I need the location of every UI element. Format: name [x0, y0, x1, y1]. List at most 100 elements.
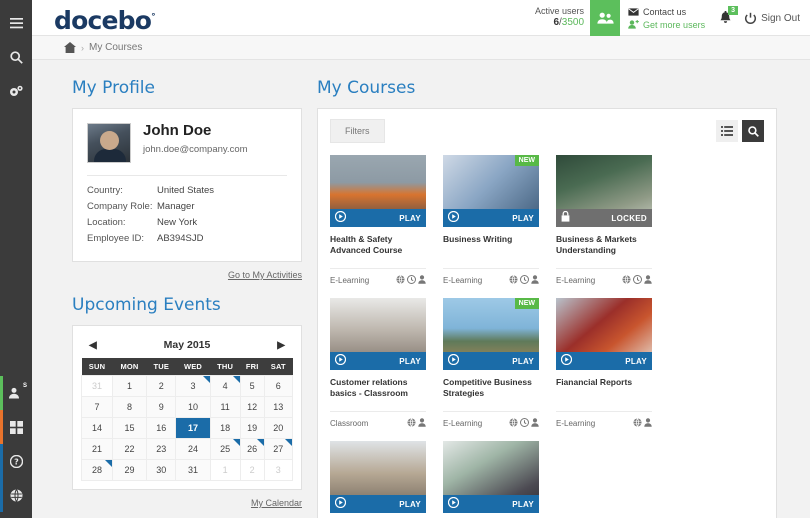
globe-icon[interactable]: [0, 478, 32, 512]
calendar-day-cell[interactable]: 31: [176, 460, 210, 481]
calendar-day-cell[interactable]: 25: [210, 439, 240, 460]
calendar-day-cell[interactable]: 31: [82, 376, 113, 397]
course-card[interactable]: PLAY Health & Safety Advanced Course E-Lea…: [330, 155, 426, 286]
play-bar[interactable]: PLAY: [330, 209, 426, 227]
calendar-day-cell[interactable]: 10: [176, 397, 210, 418]
course-thumbnail[interactable]: LOCKED: [556, 155, 652, 227]
docebo-logo[interactable]: docebo°: [54, 6, 155, 35]
calendar-next-button[interactable]: ▶: [277, 340, 285, 351]
calendar-day-cell[interactable]: 2: [240, 460, 264, 481]
course-thumbnail[interactable]: PLAY: [330, 441, 426, 513]
apps-grid-icon[interactable]: [0, 410, 32, 444]
play-bar[interactable]: PLAY: [330, 352, 426, 370]
calendar-day-cell[interactable]: 12: [240, 397, 264, 418]
course-title: Health & Safety Advanced Course: [330, 234, 426, 266]
calendar-day-cell[interactable]: 20: [264, 418, 292, 439]
home-icon[interactable]: [64, 42, 76, 53]
weekday-cell: SUN: [82, 358, 113, 376]
calendar-day-cell[interactable]: 2: [147, 376, 176, 397]
field-label: Company Role:: [87, 201, 157, 212]
course-card[interactable]: LOCKEDBusiness & Markets UnderstandingE-…: [556, 155, 652, 286]
calendar-day-cell[interactable]: 19: [240, 418, 264, 439]
clock-icon: [407, 275, 416, 286]
calendar-day-cell[interactable]: 27: [264, 439, 292, 460]
calendar-day-cell[interactable]: 6: [264, 376, 292, 397]
course-thumbnail[interactable]: PLAY: [556, 298, 652, 370]
notifications-button[interactable]: 3: [715, 0, 744, 36]
my-calendar-link[interactable]: My Calendar: [251, 498, 302, 508]
course-meta: E-Learning: [443, 411, 539, 429]
calendar-day-cell[interactable]: 7: [82, 397, 113, 418]
course-type: E-Learning: [443, 276, 482, 285]
search-icon[interactable]: [742, 120, 764, 142]
calendar-day-cell[interactable]: 24: [176, 439, 210, 460]
calendar-day-cell[interactable]: 29: [112, 460, 146, 481]
calendar-day-cell[interactable]: 4: [210, 376, 240, 397]
play-bar[interactable]: PLAY: [443, 209, 539, 227]
calendar-day-cell[interactable]: 21: [82, 439, 113, 460]
course-thumbnail[interactable]: PLAY: [330, 298, 426, 370]
calendar-day-cell[interactable]: 16: [147, 418, 176, 439]
get-more-users-link[interactable]: Get more users: [628, 20, 705, 30]
calendar-day-cell[interactable]: 30: [147, 460, 176, 481]
menu-icon[interactable]: [0, 6, 32, 40]
list-view-icon[interactable]: [716, 120, 738, 142]
person-icon: [418, 275, 426, 286]
calendar-prev-button[interactable]: ◀: [89, 340, 97, 351]
calendar-day-cell[interactable]: 28: [82, 460, 113, 481]
help-icon[interactable]: ?: [0, 444, 32, 478]
sign-out-label: Sign Out: [761, 13, 800, 24]
course-card[interactable]: NEWPLAYCompetitive Business StrategiesE-…: [443, 298, 539, 429]
calendar-day-cell[interactable]: 14: [82, 418, 113, 439]
play-bar[interactable]: PLAY: [330, 495, 426, 513]
calendar-day-cell[interactable]: 8: [112, 397, 146, 418]
calendar-day-cell[interactable]: 1: [210, 460, 240, 481]
calendar-day-cell[interactable]: 22: [112, 439, 146, 460]
course-card[interactable]: PLAYEstablishing leadership in the best …: [443, 441, 539, 518]
settings-gears-icon[interactable]: [0, 74, 32, 108]
course-card[interactable]: PLAYCustomer relations basics - Classroo…: [330, 298, 426, 429]
calendar-month-label: May 2015: [164, 339, 211, 351]
locked-bar: LOCKED: [556, 209, 652, 227]
play-bar[interactable]: PLAY: [443, 495, 539, 513]
course-thumbnail[interactable]: PLAY: [443, 441, 539, 513]
go-to-my-activities-link[interactable]: Go to My Activities: [228, 270, 302, 280]
calendar-week-row: 21222324252627: [82, 439, 293, 460]
course-card[interactable]: PLAYManage your peopleE-Learning: [330, 441, 426, 518]
top-header: docebo° Active users 6/3500 Contact us: [32, 0, 810, 36]
calendar-day-cell[interactable]: 18: [210, 418, 240, 439]
calendar-day-cell[interactable]: 17: [176, 418, 210, 439]
calendar-day-cell[interactable]: 15: [112, 418, 146, 439]
course-type: E-Learning: [330, 276, 369, 285]
calendar-day-cell[interactable]: 3: [176, 376, 210, 397]
sign-out-button[interactable]: Sign Out: [744, 0, 804, 36]
play-bar[interactable]: PLAY: [443, 352, 539, 370]
rail-bottom-group: S ?: [0, 376, 32, 512]
course-title: Business Writing: [443, 234, 539, 266]
play-label: PLAY: [512, 500, 534, 509]
play-bar[interactable]: PLAY: [556, 352, 652, 370]
locked-label: LOCKED: [611, 214, 647, 223]
calendar-day-cell[interactable]: 1: [112, 376, 146, 397]
calendar-day-cell[interactable]: 9: [147, 397, 176, 418]
course-thumbnail[interactable]: PLAY: [330, 155, 426, 227]
calendar-day-cell[interactable]: 26: [240, 439, 264, 460]
filters-button[interactable]: Filters: [330, 119, 385, 143]
calendar-day-cell[interactable]: 13: [264, 397, 292, 418]
course-meta-icons: [509, 275, 539, 286]
course-thumbnail[interactable]: NEWPLAY: [443, 155, 539, 227]
calendar-day-cell[interactable]: 5: [240, 376, 264, 397]
contact-us-link[interactable]: Contact us: [628, 7, 705, 17]
course-thumbnail[interactable]: NEWPLAY: [443, 298, 539, 370]
users-tile-button[interactable]: [590, 0, 620, 36]
search-icon[interactable]: [0, 40, 32, 74]
user-subscriptions-icon[interactable]: S: [0, 376, 32, 410]
logo-mark: °: [151, 13, 155, 23]
person-icon: [644, 418, 652, 429]
course-card[interactable]: NEWPLAY Business Writing E-Learning: [443, 155, 539, 286]
calendar-day-cell[interactable]: 11: [210, 397, 240, 418]
calendar-day-cell[interactable]: 23: [147, 439, 176, 460]
page-content: My Profile John Doe john.doe@company.com…: [32, 60, 810, 518]
calendar-day-cell[interactable]: 3: [264, 460, 292, 481]
course-card[interactable]: PLAYFianancial ReportsE-Learning: [556, 298, 652, 429]
